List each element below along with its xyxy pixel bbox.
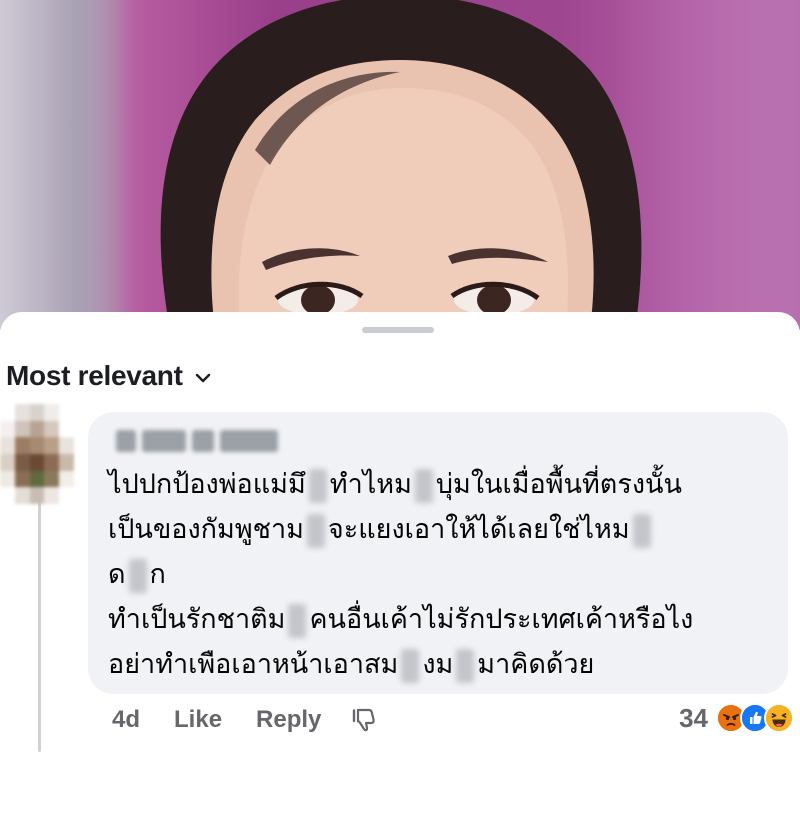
redaction: [401, 648, 420, 683]
redaction: [632, 513, 651, 548]
sort-label: Most relevant: [6, 360, 183, 391]
comment-line: ไปปกป้องพ่อแม่มึ ทำไหม บุ่มในเมื่อพื้นที่ต…: [108, 462, 778, 507]
comment-timestamp: 4d: [112, 706, 141, 733]
redaction: [308, 468, 327, 503]
post-photo: [0, 0, 800, 330]
redaction: [288, 603, 307, 638]
comment-line: ดก: [108, 552, 778, 597]
drag-handle[interactable]: [362, 327, 434, 333]
avatar[interactable]: [0, 404, 74, 504]
reaction-summary[interactable]: 34: [679, 700, 794, 736]
reaction-count: 34: [679, 702, 708, 733]
redaction: [456, 648, 475, 683]
comment-line: เป็นของกัมพูชาม จะแยงเอาให้ได้เลยใช่ไหม: [108, 507, 778, 552]
comment-text: ไปปกป้องพ่อแม่มึ ทำไหม บุ่มในเมื่อพื้นที่ต…: [108, 462, 778, 687]
like-button[interactable]: Like: [174, 706, 222, 734]
portrait-image: [160, 0, 642, 330]
thread-line: [38, 500, 41, 752]
comment-line: อย่าทำเพือเอาหน้าเอาสม งม มาคิดด้วย: [108, 642, 778, 687]
screen: Most relevant ไปปกป้องพ่อแม่มึ ทำไหม บุ่มใ…: [0, 0, 800, 830]
comment-line: ทำเป็นรักชาติม คนอื่นเค้าไม่รักประเทศเค้า…: [108, 597, 778, 642]
comments-sheet: Most relevant ไปปกป้องพ่อแม่มึ ทำไหม บุ่มใ…: [0, 312, 800, 830]
redaction: [414, 468, 433, 503]
redaction: [128, 558, 147, 593]
comment-bubble[interactable]: ไปปกป้องพ่อแม่มึ ทำไหม บุ่มในเมื่อพื้นที่ต…: [88, 412, 788, 694]
reply-button[interactable]: Reply: [256, 706, 321, 734]
commenter-name-redacted[interactable]: [116, 430, 278, 452]
thumbs-down-icon[interactable]: [351, 707, 377, 733]
redaction: [306, 513, 325, 548]
sort-dropdown[interactable]: Most relevant: [6, 360, 213, 392]
haha-reaction-icon: [764, 703, 794, 733]
chevron-down-icon: [195, 373, 210, 383]
comment-actions: 4d Like Reply: [112, 704, 377, 736]
